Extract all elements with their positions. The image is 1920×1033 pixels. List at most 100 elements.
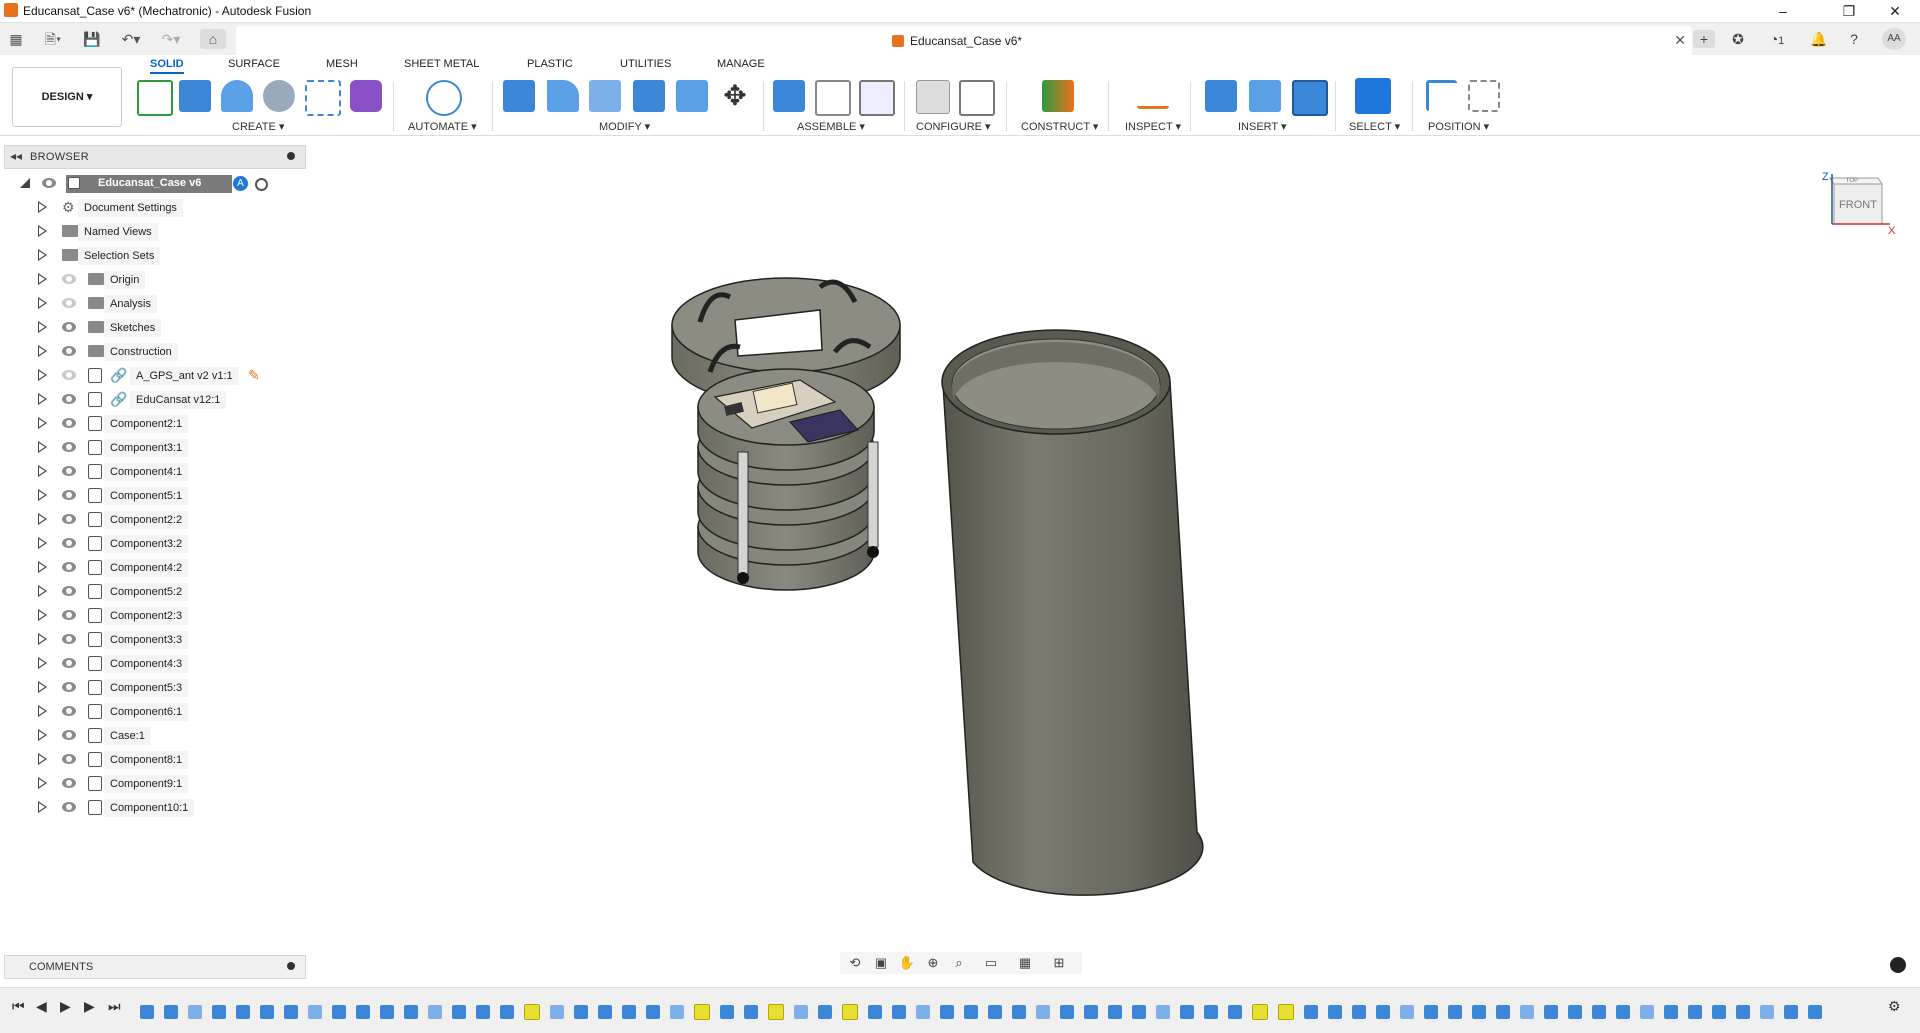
feedback-icon[interactable]: [1890, 957, 1906, 973]
fit-icon[interactable]: ⌕: [948, 954, 970, 972]
joint-icon[interactable]: [815, 80, 851, 116]
notifications-icon[interactable]: 🔔: [1808, 30, 1830, 48]
edit-pencil-icon[interactable]: ✎: [248, 368, 260, 382]
visibility-eye-icon[interactable]: [62, 754, 76, 764]
expand-arrow-icon[interactable]: [38, 225, 47, 237]
new-component-icon[interactable]: [773, 80, 805, 112]
timeline-feature-icon[interactable]: [140, 1005, 154, 1019]
expand-arrow-icon[interactable]: [38, 345, 47, 357]
group-automate[interactable]: AUTOMATE ▾: [408, 120, 477, 133]
new-tab-icon[interactable]: +: [1693, 30, 1715, 48]
timeline-feature-icon[interactable]: [1278, 1004, 1294, 1020]
timeline-feature-icon[interactable]: [1664, 1005, 1678, 1019]
timeline-feature-icon[interactable]: [1520, 1005, 1534, 1019]
visibility-eye-icon[interactable]: [62, 370, 76, 380]
case-tube[interactable]: [941, 329, 1204, 896]
browser-item[interactable]: 🔗 A_GPS_ant v2 v1:1 ✎: [38, 366, 298, 386]
expand-arrow-icon[interactable]: [38, 657, 47, 669]
visibility-eye-icon[interactable]: [62, 706, 76, 716]
timeline-feature-icon[interactable]: [720, 1005, 734, 1019]
capture-position-icon[interactable]: [1426, 80, 1457, 111]
look-at-icon[interactable]: ▣: [870, 954, 892, 972]
visibility-eye-icon[interactable]: [62, 658, 76, 668]
browser-item[interactable]: Case:1: [38, 726, 298, 746]
create-sketch-icon[interactable]: [137, 80, 173, 116]
visibility-eye-icon[interactable]: [62, 274, 76, 284]
expand-arrow-icon[interactable]: [38, 273, 47, 285]
timeline-feature-icon[interactable]: [842, 1004, 858, 1020]
comments-panel[interactable]: COMMENTS: [4, 955, 306, 979]
timeline-feature-icon[interactable]: [332, 1005, 346, 1019]
group-insert[interactable]: INSERT ▾: [1238, 120, 1287, 133]
visibility-eye-icon[interactable]: [62, 730, 76, 740]
expand-arrow-icon[interactable]: [38, 393, 47, 405]
visibility-eye-icon[interactable]: [62, 394, 76, 404]
tab-solid[interactable]: SOLID: [150, 58, 184, 74]
visibility-eye-icon[interactable]: [62, 322, 76, 332]
bom-icon[interactable]: [859, 80, 895, 116]
hole-icon[interactable]: [263, 80, 295, 112]
insert-derive-icon[interactable]: [1205, 80, 1237, 112]
timeline-feature-icon[interactable]: [1616, 1005, 1630, 1019]
visibility-eye-icon[interactable]: [62, 514, 76, 524]
visibility-eye-icon[interactable]: [62, 562, 76, 572]
timeline-feature-icon[interactable]: [768, 1004, 784, 1020]
zoom-icon[interactable]: ⊕: [922, 954, 944, 972]
timeline-feature-icon[interactable]: [1592, 1005, 1606, 1019]
visibility-eye-icon[interactable]: [42, 178, 56, 188]
timeline-settings-icon[interactable]: ⚙: [1888, 998, 1901, 1015]
timeline-feature-icon[interactable]: [892, 1005, 906, 1019]
job-status-icon[interactable]: ◔1: [1760, 30, 1794, 48]
visibility-eye-icon[interactable]: [62, 466, 76, 476]
timeline-feature-icon[interactable]: [1036, 1005, 1050, 1019]
target-icon[interactable]: [255, 178, 268, 191]
expand-arrow-icon[interactable]: [38, 585, 47, 597]
browser-item[interactable]: Component5:3: [38, 678, 298, 698]
expand-arrow-icon[interactable]: [38, 633, 47, 645]
browser-item[interactable]: Component9:1: [38, 774, 298, 794]
tab-surface[interactable]: SURFACE: [228, 58, 280, 70]
insert-mesh-icon[interactable]: [1249, 80, 1281, 112]
expand-arrow-icon[interactable]: [38, 705, 47, 717]
browser-item[interactable]: Component6:1: [38, 702, 298, 722]
collapse-root-icon[interactable]: [20, 178, 30, 188]
browser-item[interactable]: Component8:1: [38, 750, 298, 770]
revolve-icon[interactable]: [221, 80, 253, 112]
user-avatar[interactable]: AA: [1882, 28, 1906, 50]
group-select[interactable]: SELECT ▾: [1349, 120, 1400, 133]
expand-arrow-icon[interactable]: [38, 537, 47, 549]
expand-arrow-icon[interactable]: [38, 465, 47, 477]
timeline-feature-icon[interactable]: [380, 1005, 394, 1019]
offset-face-icon[interactable]: [676, 80, 708, 112]
redo-icon[interactable]: ↷▾: [154, 29, 188, 49]
timeline-feature-icon[interactable]: [212, 1005, 226, 1019]
timeline-feature-icon[interactable]: [260, 1005, 274, 1019]
expand-arrow-icon[interactable]: [38, 777, 47, 789]
browser-item[interactable]: Component10:1: [38, 798, 298, 818]
expand-arrow-icon[interactable]: [38, 441, 47, 453]
timeline-feature-icon[interactable]: [1012, 1005, 1026, 1019]
timeline-feature-icon[interactable]: [1084, 1005, 1098, 1019]
combine-icon[interactable]: [633, 80, 665, 112]
browser-item[interactable]: Component2:1: [38, 414, 298, 434]
group-configure[interactable]: CONFIGURE ▾: [916, 120, 991, 133]
tab-manage[interactable]: MANAGE: [717, 58, 765, 70]
visibility-eye-icon[interactable]: [62, 586, 76, 596]
browser-panel-header[interactable]: ◂◂ BROWSER: [4, 145, 306, 169]
home-icon[interactable]: ⌂: [200, 29, 226, 49]
browser-item[interactable]: Origin: [38, 270, 298, 290]
browser-item[interactable]: Component3:1: [38, 438, 298, 458]
browser-item[interactable]: Component5:1: [38, 486, 298, 506]
timeline-feature-icon[interactable]: [1688, 1005, 1702, 1019]
timeline-feature-icon[interactable]: [284, 1005, 298, 1019]
timeline-feature-icon[interactable]: [1252, 1004, 1268, 1020]
timeline-feature-icon[interactable]: [916, 1005, 930, 1019]
group-assemble[interactable]: ASSEMBLE ▾: [797, 120, 865, 133]
visibility-eye-icon[interactable]: [62, 298, 76, 308]
extensions-icon[interactable]: ✪: [1727, 30, 1749, 48]
timeline-feature-icon[interactable]: [622, 1005, 636, 1019]
timeline-feature-icon[interactable]: [452, 1005, 466, 1019]
timeline-feature-icon[interactable]: [550, 1005, 564, 1019]
extrude-icon[interactable]: [179, 80, 211, 112]
electronics-stack[interactable]: [697, 368, 879, 591]
